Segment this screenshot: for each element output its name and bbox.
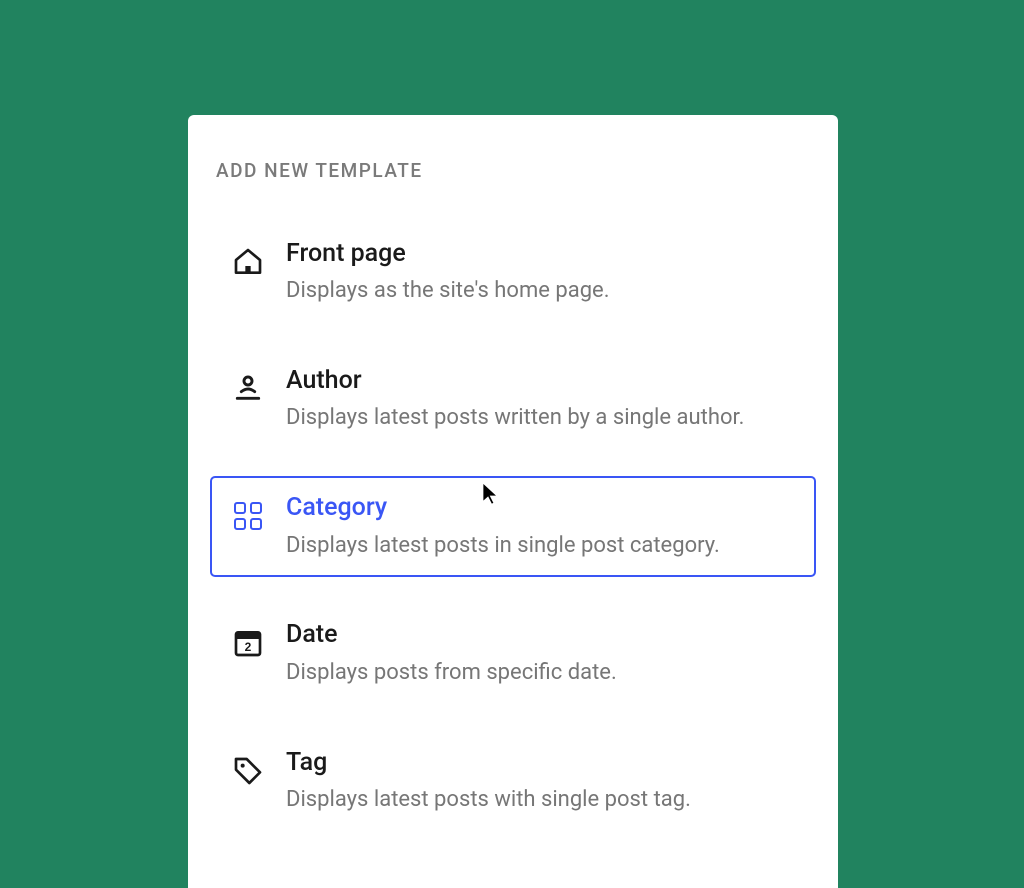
home-icon	[230, 244, 266, 280]
template-description: Displays posts from specific date.	[286, 657, 796, 689]
template-description: Displays latest posts in single post cat…	[286, 530, 796, 562]
template-description: Displays as the site's home page.	[286, 275, 796, 307]
template-text: Tag Displays latest posts with single po…	[286, 747, 796, 816]
template-option-author[interactable]: Author Displays latest posts written by …	[210, 349, 816, 450]
template-text: Date Displays posts from specific date.	[286, 619, 796, 688]
svg-text:2: 2	[245, 640, 252, 654]
template-title: Tag	[286, 747, 796, 778]
template-option-tag[interactable]: Tag Displays latest posts with single po…	[210, 731, 816, 832]
template-text: Front page Displays as the site's home p…	[286, 238, 796, 307]
template-title: Date	[286, 619, 796, 650]
template-title: Author	[286, 365, 796, 396]
add-template-panel: Add New Template Front page Displays as …	[188, 115, 838, 888]
template-title: Front page	[286, 238, 796, 269]
template-description: Displays latest posts written by a singl…	[286, 402, 796, 434]
template-option-front-page[interactable]: Front page Displays as the site's home p…	[210, 222, 816, 323]
calendar-icon: 2	[230, 625, 266, 661]
template-description: Displays latest posts with single post t…	[286, 784, 796, 816]
panel-heading: Add New Template	[216, 159, 816, 182]
category-icon	[230, 498, 266, 534]
author-icon	[230, 371, 266, 407]
template-option-category[interactable]: Category Displays latest posts in single…	[210, 476, 816, 577]
template-title: Category	[286, 492, 796, 523]
template-text: Category Displays latest posts in single…	[286, 492, 796, 561]
template-option-date[interactable]: 2 Date Displays posts from specific date…	[210, 603, 816, 704]
template-text: Author Displays latest posts written by …	[286, 365, 796, 434]
tag-icon	[230, 753, 266, 789]
